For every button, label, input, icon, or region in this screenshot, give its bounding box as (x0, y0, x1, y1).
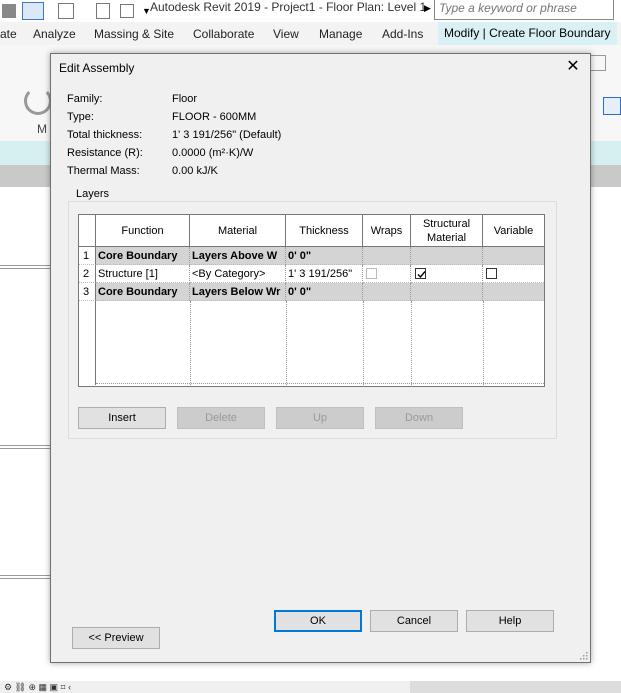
layer-variable-cell (483, 283, 544, 301)
ribbon-partial-label: M (37, 122, 47, 136)
type-value: FLOOR - 600MM (172, 111, 257, 123)
tab-massing-site[interactable]: Massing & Site (94, 27, 174, 41)
delete-button[interactable]: Delete (177, 407, 265, 429)
select-icon[interactable] (603, 97, 621, 115)
chevron-right-icon: ▶ (424, 3, 431, 13)
tab-view[interactable]: View (273, 27, 299, 41)
layer-structural-cell (411, 247, 483, 265)
drawing-line (0, 445, 50, 449)
close-icon[interactable]: ✕ (564, 58, 582, 76)
layer-structural-cell[interactable] (411, 265, 483, 283)
tab-modify-create-floor-boundary[interactable]: Modify | Create Floor Boundary (438, 22, 617, 45)
edit-assembly-dialog: Edit Assembly ✕ Family: Floor Type: FLOO… (50, 53, 591, 663)
checkmark-icon (417, 271, 426, 279)
resize-grip-icon[interactable] (580, 652, 588, 660)
grid-icon[interactable] (96, 3, 110, 19)
help-button[interactable]: Help (466, 610, 554, 632)
preview-button[interactable]: << Preview (72, 627, 160, 649)
layers-table[interactable]: Function Material Thickness Wraps Struct… (78, 214, 545, 387)
row-divider (96, 383, 544, 384)
tab-architecture[interactable]: ate (0, 27, 17, 41)
list-icon[interactable] (22, 2, 44, 20)
resistance-label: Resistance (R): (67, 147, 143, 159)
app-title: Autodesk Revit 2019 - Project1 - Floor P… (150, 0, 427, 14)
wraps-column-header[interactable]: Wraps (363, 215, 411, 247)
row-number-gutter (79, 301, 96, 385)
total-thickness-value: 1' 3 191/256" (Default) (172, 129, 282, 141)
column-divider (190, 301, 191, 385)
column-divider (483, 301, 484, 385)
tab-collaborate[interactable]: Collaborate (193, 27, 254, 41)
layer-thickness-cell[interactable]: 1' 3 191/256" (286, 265, 363, 283)
layer-thickness-cell[interactable]: 0' 0" (286, 247, 363, 265)
structural-material-checkbox[interactable] (415, 268, 426, 279)
row-number[interactable]: 3 (79, 283, 96, 301)
layer-variable-cell (483, 247, 544, 265)
layer-thickness-cell[interactable]: 0' 0" (286, 283, 363, 301)
layer-function-cell[interactable]: Core Boundary (96, 247, 190, 265)
dialog-title: Edit Assembly (59, 61, 135, 75)
file-icon[interactable] (2, 4, 16, 18)
drawing-line (0, 265, 50, 269)
layer-structural-cell (411, 283, 483, 301)
layer-wraps-cell[interactable] (363, 265, 411, 283)
tab-analyze[interactable]: Analyze (33, 27, 76, 41)
variable-checkbox[interactable] (486, 268, 497, 279)
layer-function-cell[interactable]: Structure [1] (96, 265, 190, 283)
tab-manage[interactable]: Manage (319, 27, 362, 41)
thickness-column-header[interactable]: Thickness (286, 215, 363, 247)
status-icons: ⚙ ⛓ ⊕ ▦ ▣ ⌗ ‹ (4, 682, 72, 692)
column-divider (363, 301, 364, 385)
rotate-icon[interactable] (24, 87, 52, 115)
total-thickness-label: Total thickness: (67, 129, 143, 141)
family-label: Family: (67, 93, 103, 105)
row-number[interactable]: 1 (79, 247, 96, 265)
layout-icon[interactable] (58, 3, 74, 19)
layers-label: Layers (73, 188, 113, 200)
search-input[interactable] (435, 0, 613, 17)
row-number-header (79, 215, 96, 247)
down-button[interactable]: Down (375, 407, 463, 429)
layer-material-cell[interactable]: <By Category> (190, 265, 286, 283)
status-bar-segment (410, 681, 621, 693)
layer-material-cell[interactable]: Layers Above W (190, 247, 286, 265)
tag-icon[interactable] (120, 4, 134, 18)
tab-add-ins[interactable]: Add-Ins (382, 27, 423, 41)
layer-wraps-cell (363, 283, 411, 301)
ok-button[interactable]: OK (274, 610, 362, 632)
material-column-header[interactable]: Material (190, 215, 286, 247)
cancel-button[interactable]: Cancel (370, 610, 458, 632)
quick-access-toolbar: ▼ (0, 2, 151, 20)
thermal-mass-value: 0.00 kJ/K (172, 165, 218, 177)
structural-material-column-header[interactable]: Structural Material (411, 215, 483, 247)
layer-wraps-cell (363, 247, 411, 265)
app-title-bar: ▼ Autodesk Revit 2019 - Project1 - Floor… (0, 0, 621, 22)
up-button[interactable]: Up (276, 407, 364, 429)
ribbon-tabs: ate Analyze Massing & Site Collaborate V… (0, 22, 621, 46)
variable-column-header[interactable]: Variable (483, 215, 544, 247)
family-value: Floor (172, 93, 198, 105)
tool-icon[interactable] (590, 55, 606, 71)
wraps-checkbox[interactable] (366, 268, 377, 279)
search-box[interactable] (434, 0, 614, 20)
drawing-line (0, 575, 50, 579)
layer-variable-cell[interactable] (483, 265, 544, 283)
column-divider (411, 301, 412, 385)
resistance-value: 0.0000 (m²·K)/W (172, 147, 254, 159)
function-column-header[interactable]: Function (96, 215, 190, 247)
layer-function-cell[interactable]: Core Boundary (96, 283, 190, 301)
insert-button[interactable]: Insert (78, 407, 166, 429)
thermal-mass-label: Thermal Mass: (67, 165, 140, 177)
layer-material-cell[interactable]: Layers Below Wr (190, 283, 286, 301)
type-label: Type: (67, 111, 94, 123)
column-divider (286, 301, 287, 385)
row-number[interactable]: 2 (79, 265, 96, 283)
